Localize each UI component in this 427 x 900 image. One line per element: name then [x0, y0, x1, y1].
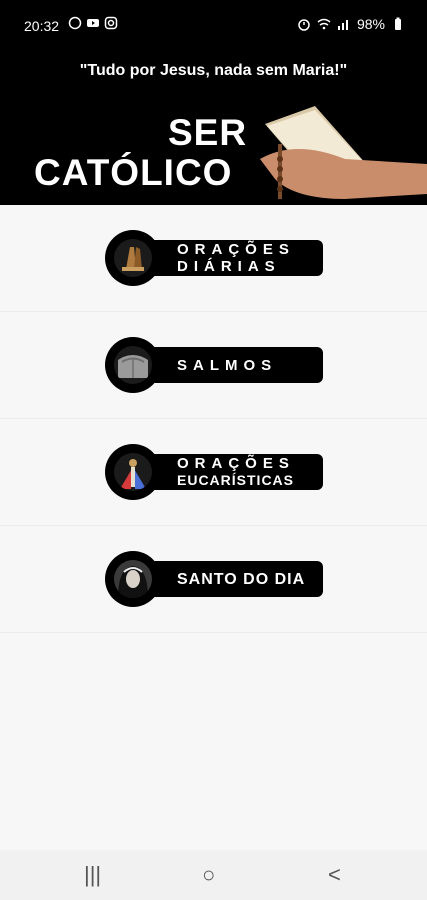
whatsapp-icon — [68, 16, 82, 30]
notification-icons — [68, 16, 118, 30]
menu-label: ORAÇÕES EUCARÍSTICAS — [177, 454, 323, 490]
battery-percent: 98% — [356, 16, 385, 32]
label-line-1: ORAÇÕES — [177, 241, 295, 258]
menu-item-salmos[interactable]: SALMOS — [0, 312, 427, 419]
menu-item-santo-do-dia[interactable]: SANTO DO DIA — [0, 526, 427, 633]
title-line-1: SER — [168, 112, 248, 153]
label-line-1: SANTO DO DIA — [177, 570, 306, 588]
menu-label: SANTO DO DIA — [177, 561, 323, 597]
status-right: 98% — [297, 16, 405, 32]
praying-hands-icon — [114, 239, 152, 277]
wifi-icon — [317, 18, 331, 30]
menu-label: SALMOS — [177, 347, 323, 383]
label-line-2: EUCARÍSTICAS — [177, 472, 295, 488]
menu-label: ORAÇÕES DIÁRIAS — [177, 240, 323, 276]
youtube-icon — [87, 19, 99, 27]
oracoes-eucaristicas-button[interactable]: ORAÇÕES EUCARÍSTICAS — [105, 444, 323, 500]
system-navbar: ||| ○ < — [0, 850, 427, 900]
stone-tablet-icon — [114, 346, 152, 384]
label-line-1: ORAÇÕES — [177, 455, 295, 472]
menu-item-oracoes-diarias[interactable]: ORAÇÕES DIÁRIAS — [0, 205, 427, 312]
battery-icon — [395, 17, 401, 30]
back-button[interactable]: < — [328, 862, 341, 888]
saint-portrait-icon — [114, 560, 152, 598]
status-bar: 20:32 98% — [0, 0, 427, 40]
status-time: 20:32 — [24, 18, 60, 34]
home-button[interactable]: ○ — [202, 862, 215, 888]
signal-icon — [337, 20, 348, 30]
app-header: 20:32 98% "Tudo por Jesus, nada sem Mari… — [0, 0, 427, 205]
label-line-2: DIÁRIAS — [177, 258, 281, 275]
menu-item-oracoes-eucaristicas[interactable]: ORAÇÕES EUCARÍSTICAS — [0, 419, 427, 526]
divine-mercy-icon — [114, 453, 152, 491]
alarm-icon — [298, 19, 310, 31]
salmos-button[interactable]: SALMOS — [105, 337, 323, 393]
oracoes-diarias-button[interactable]: ORAÇÕES DIÁRIAS — [105, 230, 323, 286]
title-line-2: CATÓLICO — [34, 152, 233, 193]
menu-list: ORAÇÕES DIÁRIAS SALMOS ORAÇÕES EUCARÍSTI… — [0, 205, 427, 633]
instagram-icon — [104, 16, 118, 30]
hands-with-bible-image — [255, 104, 427, 204]
header-quote: "Tudo por Jesus, nada sem Maria!" — [79, 62, 348, 79]
recent-apps-button[interactable]: ||| — [84, 862, 101, 888]
label-line-1: SALMOS — [177, 356, 278, 374]
santo-do-dia-button[interactable]: SANTO DO DIA — [105, 551, 323, 607]
